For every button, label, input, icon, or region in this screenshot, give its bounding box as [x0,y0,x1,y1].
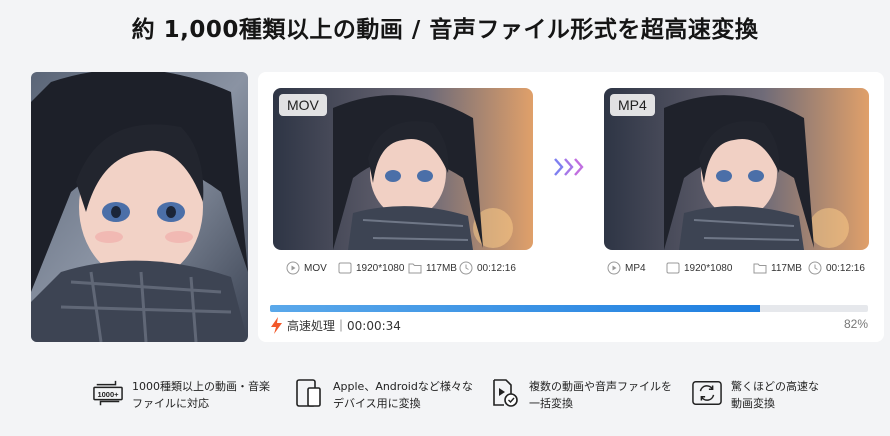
1000plus-formats-icon: 1000+ [93,380,123,406]
play-icon [286,261,300,275]
feature-batch-line1: 複数の動画や音声ファイルを [529,380,672,393]
source-format-tag: MOV [279,94,327,116]
target-duration: 00:12:16 [826,262,865,274]
feature-speed-line1: 驚くほどの高速な [731,380,819,393]
target-size: 117MB [771,262,802,274]
feature-formats-line2: ファイルに対応 [132,397,209,410]
feature-formats-line1: 1000種類以上の動画・音楽 [132,380,270,393]
convert-arrows-icon [554,158,584,176]
batch-convert-icon [493,379,518,407]
feature-batch: 複数の動画や音声ファイルを 一括変換 [490,378,679,412]
target-resolution: 1920*1080 [684,262,733,274]
feature-speed: 驚くほどの高速な 動画変換 [692,378,881,412]
fast-convert-icon [692,381,722,405]
clock-icon [808,261,822,275]
anime-girl-portrait-image [31,72,248,342]
progress-fill [270,305,761,312]
feature-batch-line2: 一括変換 [529,397,573,410]
target-meta-row: MP4 1920*1080 117MB 00:12:16 [607,260,872,276]
page-headline: 約 1,000種類以上の動画 / 音声ファイル形式を超高速変換 [131,17,759,43]
clock-icon [459,261,473,275]
feature-devices: Apple、Androidなど様々な デバイス用に変換 [294,378,483,412]
processing-status: 高速処理｜00:00:34 [270,317,401,334]
progress-percent: 82% [843,317,868,331]
target-format-tag: MP4 [610,94,655,116]
feature-devices-line1: Apple、Androidなど様々な [333,380,473,393]
processing-status-text: 高速処理｜00:00:34 [287,319,401,333]
source-resolution: 1920*1080 [356,262,405,274]
source-size: 117MB [426,262,457,274]
source-meta-row: MOV 1920*1080 117MB 00:12:16 [286,260,536,276]
1000plus-icon-text: 1000+ [97,390,119,399]
source-video-thumbnail: MOV [273,88,533,250]
feature-speed-line2: 動画変換 [731,397,775,410]
feature-devices-line2: デバイス用に変換 [333,397,421,410]
devices-icon [296,379,321,407]
conversion-card: MOV MP4 MOV 1920*1080 117MB 00:12:16 MP4… [258,72,884,342]
target-video-thumbnail: MP4 [604,88,869,250]
target-format: MP4 [625,262,646,274]
resolution-icon [666,262,680,274]
conversion-progress-bar [270,305,868,312]
folder-icon [408,263,422,274]
source-duration: 00:12:16 [477,262,516,274]
feature-formats: 1000+ 1000種類以上の動画・音楽 ファイルに対応 [93,378,282,412]
lightning-bolt-icon [271,317,282,334]
folder-icon [753,263,767,274]
play-icon [607,261,621,275]
source-format: MOV [304,262,327,274]
resolution-icon [338,262,352,274]
